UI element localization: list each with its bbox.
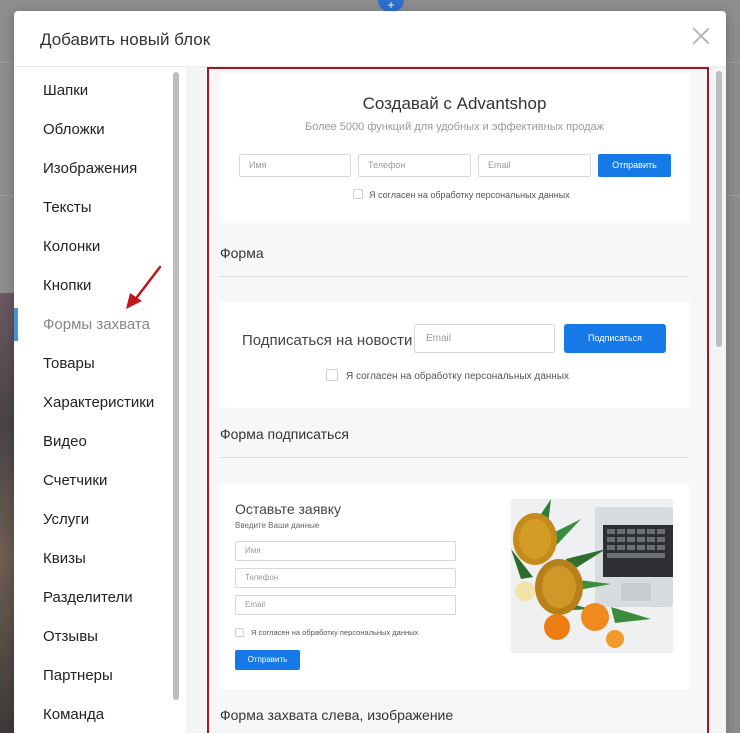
lead-subheading: Введите Ваши данные xyxy=(235,521,320,530)
content-scrollbar[interactable] xyxy=(716,71,722,347)
subscribe-heading: Подписаться на новости xyxy=(242,332,413,349)
highlight-frame: Создавай с Advantshop Более 5000 функций… xyxy=(207,67,709,733)
category-sidebar: Шапки Обложки Изображения Тексты Колонки… xyxy=(14,67,184,733)
sidebar-item-video[interactable]: Видео xyxy=(14,422,174,461)
modal-title: Добавить новый блок xyxy=(40,30,211,49)
lead-heading: Оставьте заявку xyxy=(235,501,342,517)
pineapple-laptop-image xyxy=(511,499,673,653)
block-title-subscribe: Форма подписаться xyxy=(220,426,349,442)
sidebar-scrollbar[interactable] xyxy=(173,72,179,700)
phone-field: Телефон xyxy=(235,568,456,588)
block-preview-form[interactable]: Создавай с Advantshop Более 5000 функций… xyxy=(220,73,689,223)
sidebar-item-partners[interactable]: Партнеры xyxy=(14,656,174,695)
sidebar-item-headers[interactable]: Шапки xyxy=(14,71,174,110)
consent-label: Я согласен на обработку персональных дан… xyxy=(346,371,570,382)
divider xyxy=(220,457,689,458)
divider xyxy=(220,276,689,277)
sidebar-item-team[interactable]: Команда xyxy=(14,695,174,733)
sidebar-item-images[interactable]: Изображения xyxy=(14,149,174,188)
laptop-graphic xyxy=(595,507,673,607)
phone-field: Телефон xyxy=(358,154,471,177)
close-icon[interactable] xyxy=(692,27,710,45)
block-title-left-image: Форма захвата слева, изображение xyxy=(220,707,454,723)
sidebar-item-separators[interactable]: Разделители xyxy=(14,578,174,617)
sidebar-item-features[interactable]: Характеристики xyxy=(14,383,174,422)
consent-checkbox xyxy=(353,189,363,199)
submit-button: Отправить xyxy=(235,650,300,670)
block-preview-subscribe[interactable]: Подписаться на новости Email Подписаться… xyxy=(220,302,689,408)
preview-heading: Создавай с Advantshop xyxy=(362,94,547,113)
subscribe-email-field: Email xyxy=(414,324,555,353)
sidebar-item-products[interactable]: Товары xyxy=(14,344,174,383)
block-preview-left-image[interactable]: Оставьте заявку Введите Ваши данные Имя … xyxy=(220,483,689,689)
preview-subheading: Более 5000 функций для удобных и эффекти… xyxy=(304,121,605,133)
consent-checkbox xyxy=(326,369,338,381)
sidebar-item-counters[interactable]: Счетчики xyxy=(14,461,174,500)
sidebar-item-texts[interactable]: Тексты xyxy=(14,188,174,227)
name-field: Имя xyxy=(239,154,351,177)
sidebar-item-quizzes[interactable]: Квизы xyxy=(14,539,174,578)
sidebar-item-columns[interactable]: Колонки xyxy=(14,227,174,266)
add-block-modal: Добавить новый блок Шапки Обложки Изобра… xyxy=(14,11,726,733)
sidebar-item-reviews[interactable]: Отзывы xyxy=(14,617,174,656)
block-preview-pane: Создавай с Advantshop Более 5000 функций… xyxy=(186,67,726,733)
subscribe-button: Подписаться xyxy=(564,324,666,353)
consent-label: Я согласен на обработку персональных дан… xyxy=(251,628,419,637)
submit-button: Отправить xyxy=(598,154,671,177)
sidebar-item-services[interactable]: Услуги xyxy=(14,500,174,539)
modal-header: Добавить новый блок xyxy=(14,11,726,67)
email-field: Email xyxy=(478,154,591,177)
background-photo xyxy=(0,293,14,733)
consent-checkbox xyxy=(235,628,244,637)
annotation-arrow xyxy=(126,265,162,309)
email-field: Email xyxy=(235,595,456,615)
block-title-form: Форма xyxy=(220,245,264,261)
name-field: Имя xyxy=(235,541,456,561)
sidebar-item-covers[interactable]: Обложки xyxy=(14,110,174,149)
consent-label: Я согласен на обработку персональных дан… xyxy=(369,190,570,200)
